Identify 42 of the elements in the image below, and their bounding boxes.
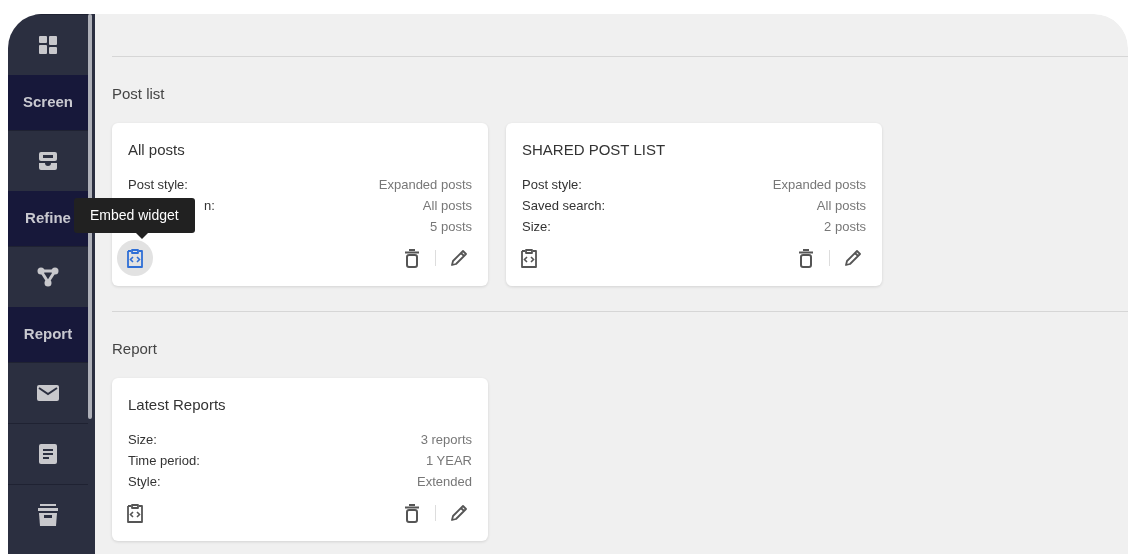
card-title: All posts [128, 139, 186, 160]
scrollbar[interactable] [88, 14, 92, 419]
section-heading: Report [112, 339, 159, 359]
field-label: Post style: [522, 176, 582, 194]
card-title: Latest Reports [128, 394, 227, 415]
field-value: All posts [422, 197, 472, 215]
inbox-icon [38, 152, 58, 170]
tooltip-pointer [136, 232, 148, 239]
embed-code-icon [520, 248, 538, 268]
trash-icon [405, 503, 419, 523]
sidebar-section-label: Screen [8, 75, 88, 130]
field-value: 1 YEAR [426, 452, 472, 470]
card-title: SHARED POST LIST [522, 139, 667, 160]
pencil-icon [450, 504, 468, 522]
field-value: All posts [816, 197, 866, 215]
field-label: Size: [128, 431, 157, 449]
field-label: Style: [128, 473, 161, 491]
field-value: 2 posts [824, 218, 866, 236]
mail-icon [37, 385, 59, 401]
field-value: 5 posts [430, 218, 472, 236]
pencil-icon [450, 249, 468, 267]
document-icon [39, 444, 57, 464]
pencil-icon [844, 249, 862, 267]
field-label: Time period: [128, 452, 200, 470]
embed-code-icon [126, 248, 144, 268]
field-value: Expanded posts [378, 176, 472, 194]
field-value: Extended [417, 473, 472, 491]
archive-icon [37, 504, 59, 526]
field-value: Expanded posts [772, 176, 866, 194]
embed-code-icon [126, 503, 144, 523]
network-icon [37, 267, 59, 287]
dashboard-icon [39, 36, 57, 54]
trash-icon [799, 248, 813, 268]
section-heading: Post list [112, 84, 166, 104]
field-label: Saved search: [522, 197, 606, 215]
trash-icon [405, 248, 419, 268]
sidebar-section-label: Report [8, 307, 88, 362]
field-label: Size: [522, 218, 551, 236]
field-label: n: [204, 197, 215, 215]
field-label: Post style: [128, 176, 188, 194]
embed-button[interactable] [117, 240, 153, 276]
field-value: 3 reports [420, 431, 472, 449]
